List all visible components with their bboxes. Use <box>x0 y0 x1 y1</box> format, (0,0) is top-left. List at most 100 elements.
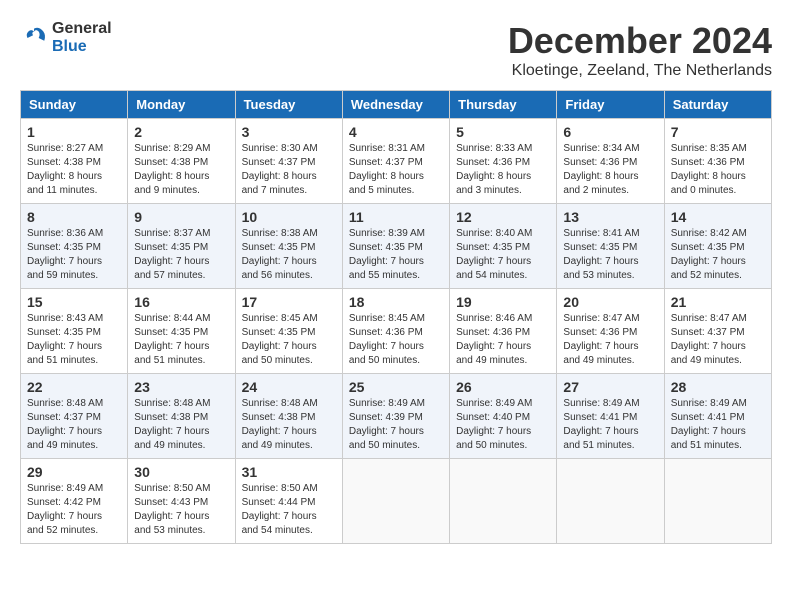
calendar-cell: 17Sunrise: 8:45 AMSunset: 4:35 PMDayligh… <box>235 289 342 374</box>
calendar-week-row: 15 Sunrise: 8:43 AMSunset: 4:35 PMDayligh… <box>21 289 772 374</box>
day-number: 8 <box>27 209 121 225</box>
day-info: Sunrise: 8:38 AMSunset: 4:35 PMDaylight:… <box>242 227 336 283</box>
day-number: 10 <box>242 209 336 225</box>
day-info: Sunrise: 8:33 AMSunset: 4:36 PMDaylight:… <box>456 142 550 198</box>
calendar-cell: 30 Sunrise: 8:50 AMSunset: 4:43 PMDayligh… <box>128 459 235 544</box>
day-number: 15 <box>27 294 121 310</box>
day-number: 18 <box>349 294 443 310</box>
calendar-cell: 19Sunrise: 8:46 AMSunset: 4:36 PMDayligh… <box>450 289 557 374</box>
weekday-header: Wednesday <box>342 91 449 119</box>
calendar-cell: 4 Sunrise: 8:31 AMSunset: 4:37 PMDaylight… <box>342 119 449 204</box>
title-block: December 2024 Kloetinge, Zeeland, The Ne… <box>508 20 772 80</box>
calendar-cell: 5 Sunrise: 8:33 AMSunset: 4:36 PMDaylight… <box>450 119 557 204</box>
calendar-cell: 28Sunrise: 8:49 AMSunset: 4:41 PMDayligh… <box>664 374 771 459</box>
day-info: Sunrise: 8:35 AMSunset: 4:36 PMDaylight:… <box>671 142 765 198</box>
calendar-cell: 12 Sunrise: 8:40 AMSunset: 4:35 PMDayligh… <box>450 204 557 289</box>
logo-general: General <box>52 20 112 38</box>
calendar-week-row: 1 Sunrise: 8:27 AMSunset: 4:38 PMDaylight… <box>21 119 772 204</box>
day-info: Sunrise: 8:41 AMSunset: 4:35 PMDaylight:… <box>563 227 657 283</box>
day-info: Sunrise: 8:40 AMSunset: 4:35 PMDaylight:… <box>456 227 550 283</box>
day-info: Sunrise: 8:37 AMSunset: 4:35 PMDaylight:… <box>134 227 228 283</box>
calendar-cell <box>557 459 664 544</box>
day-info: Sunrise: 8:27 AMSunset: 4:38 PMDaylight:… <box>27 142 121 198</box>
calendar-week-row: 8 Sunrise: 8:36 AMSunset: 4:35 PMDaylight… <box>21 204 772 289</box>
day-number: 13 <box>563 209 657 225</box>
calendar-cell: 15 Sunrise: 8:43 AMSunset: 4:35 PMDayligh… <box>21 289 128 374</box>
location-subtitle: Kloetinge, Zeeland, The Netherlands <box>508 62 772 80</box>
day-number: 11 <box>349 209 443 225</box>
day-info: Sunrise: 8:50 AMSunset: 4:44 PMDaylight:… <box>242 482 336 538</box>
day-info: Sunrise: 8:50 AMSunset: 4:43 PMDaylight:… <box>134 482 228 538</box>
day-number: 2 <box>134 124 228 140</box>
day-info: Sunrise: 8:34 AMSunset: 4:36 PMDaylight:… <box>563 142 657 198</box>
day-info: Sunrise: 8:39 AMSunset: 4:35 PMDaylight:… <box>349 227 443 283</box>
calendar-cell: 23Sunrise: 8:48 AMSunset: 4:38 PMDayligh… <box>128 374 235 459</box>
day-info: Sunrise: 8:49 AMSunset: 4:41 PMDaylight:… <box>563 397 657 453</box>
day-number: 1 <box>27 124 121 140</box>
calendar-cell: 21 Sunrise: 8:47 AMSunset: 4:37 PMDayligh… <box>664 289 771 374</box>
day-number: 29 <box>27 464 121 480</box>
day-info: Sunrise: 8:47 AMSunset: 4:37 PMDaylight:… <box>671 312 765 368</box>
day-number: 21 <box>671 294 765 310</box>
calendar-week-row: 29 Sunrise: 8:49 AMSunset: 4:42 PMDayligh… <box>21 459 772 544</box>
day-info: Sunrise: 8:48 AMSunset: 4:38 PMDaylight:… <box>134 397 228 453</box>
calendar-cell: 10 Sunrise: 8:38 AMSunset: 4:35 PMDayligh… <box>235 204 342 289</box>
day-info: Sunrise: 8:36 AMSunset: 4:35 PMDaylight:… <box>27 227 121 283</box>
day-info: Sunrise: 8:49 AMSunset: 4:40 PMDaylight:… <box>456 397 550 453</box>
logo-icon <box>20 24 48 52</box>
page-header: General Blue December 2024 Kloetinge, Ze… <box>20 20 772 80</box>
day-number: 25 <box>349 379 443 395</box>
day-info: Sunrise: 8:31 AMSunset: 4:37 PMDaylight:… <box>349 142 443 198</box>
day-number: 17 <box>242 294 336 310</box>
weekday-header: Monday <box>128 91 235 119</box>
calendar-table: SundayMondayTuesdayWednesdayThursdayFrid… <box>20 90 772 544</box>
calendar-cell: 6 Sunrise: 8:34 AMSunset: 4:36 PMDaylight… <box>557 119 664 204</box>
calendar-cell: 11 Sunrise: 8:39 AMSunset: 4:35 PMDayligh… <box>342 204 449 289</box>
calendar-cell: 25 Sunrise: 8:49 AMSunset: 4:39 PMDayligh… <box>342 374 449 459</box>
calendar-cell: 13 Sunrise: 8:41 AMSunset: 4:35 PMDayligh… <box>557 204 664 289</box>
day-number: 9 <box>134 209 228 225</box>
day-info: Sunrise: 8:29 AMSunset: 4:38 PMDaylight:… <box>134 142 228 198</box>
day-number: 4 <box>349 124 443 140</box>
day-number: 14 <box>671 209 765 225</box>
day-number: 30 <box>134 464 228 480</box>
weekday-header-row: SundayMondayTuesdayWednesdayThursdayFrid… <box>21 91 772 119</box>
calendar-cell: 27 Sunrise: 8:49 AMSunset: 4:41 PMDayligh… <box>557 374 664 459</box>
day-number: 24 <box>242 379 336 395</box>
calendar-cell: 24Sunrise: 8:48 AMSunset: 4:38 PMDayligh… <box>235 374 342 459</box>
calendar-cell <box>664 459 771 544</box>
day-info: Sunrise: 8:30 AMSunset: 4:37 PMDaylight:… <box>242 142 336 198</box>
calendar-cell <box>450 459 557 544</box>
logo-text: General Blue <box>52 20 112 55</box>
day-info: Sunrise: 8:49 AMSunset: 4:42 PMDaylight:… <box>27 482 121 538</box>
day-number: 12 <box>456 209 550 225</box>
calendar-cell: 7 Sunrise: 8:35 AMSunset: 4:36 PMDaylight… <box>664 119 771 204</box>
calendar-cell: 1 Sunrise: 8:27 AMSunset: 4:38 PMDaylight… <box>21 119 128 204</box>
calendar-cell: 8 Sunrise: 8:36 AMSunset: 4:35 PMDaylight… <box>21 204 128 289</box>
day-number: 22 <box>27 379 121 395</box>
weekday-header: Sunday <box>21 91 128 119</box>
calendar-cell: 22 Sunrise: 8:48 AMSunset: 4:37 PMDayligh… <box>21 374 128 459</box>
calendar-cell: 9 Sunrise: 8:37 AMSunset: 4:35 PMDaylight… <box>128 204 235 289</box>
day-info: Sunrise: 8:49 AMSunset: 4:39 PMDaylight:… <box>349 397 443 453</box>
day-number: 3 <box>242 124 336 140</box>
weekday-header: Friday <box>557 91 664 119</box>
calendar-cell <box>342 459 449 544</box>
day-info: Sunrise: 8:49 AMSunset: 4:41 PMDaylight:… <box>671 397 765 453</box>
calendar-cell: 26 Sunrise: 8:49 AMSunset: 4:40 PMDayligh… <box>450 374 557 459</box>
calendar-cell: 20Sunrise: 8:47 AMSunset: 4:36 PMDayligh… <box>557 289 664 374</box>
calendar-cell: 16Sunrise: 8:44 AMSunset: 4:35 PMDayligh… <box>128 289 235 374</box>
day-info: Sunrise: 8:48 AMSunset: 4:37 PMDaylight:… <box>27 397 121 453</box>
day-number: 27 <box>563 379 657 395</box>
day-info: Sunrise: 8:44 AMSunset: 4:35 PMDaylight:… <box>134 312 228 368</box>
day-number: 19 <box>456 294 550 310</box>
calendar-cell: 31Sunrise: 8:50 AMSunset: 4:44 PMDayligh… <box>235 459 342 544</box>
day-info: Sunrise: 8:43 AMSunset: 4:35 PMDaylight:… <box>27 312 121 368</box>
day-number: 6 <box>563 124 657 140</box>
day-number: 26 <box>456 379 550 395</box>
calendar-cell: 3 Sunrise: 8:30 AMSunset: 4:37 PMDaylight… <box>235 119 342 204</box>
day-number: 7 <box>671 124 765 140</box>
calendar-week-row: 22 Sunrise: 8:48 AMSunset: 4:37 PMDayligh… <box>21 374 772 459</box>
weekday-header: Tuesday <box>235 91 342 119</box>
day-number: 5 <box>456 124 550 140</box>
